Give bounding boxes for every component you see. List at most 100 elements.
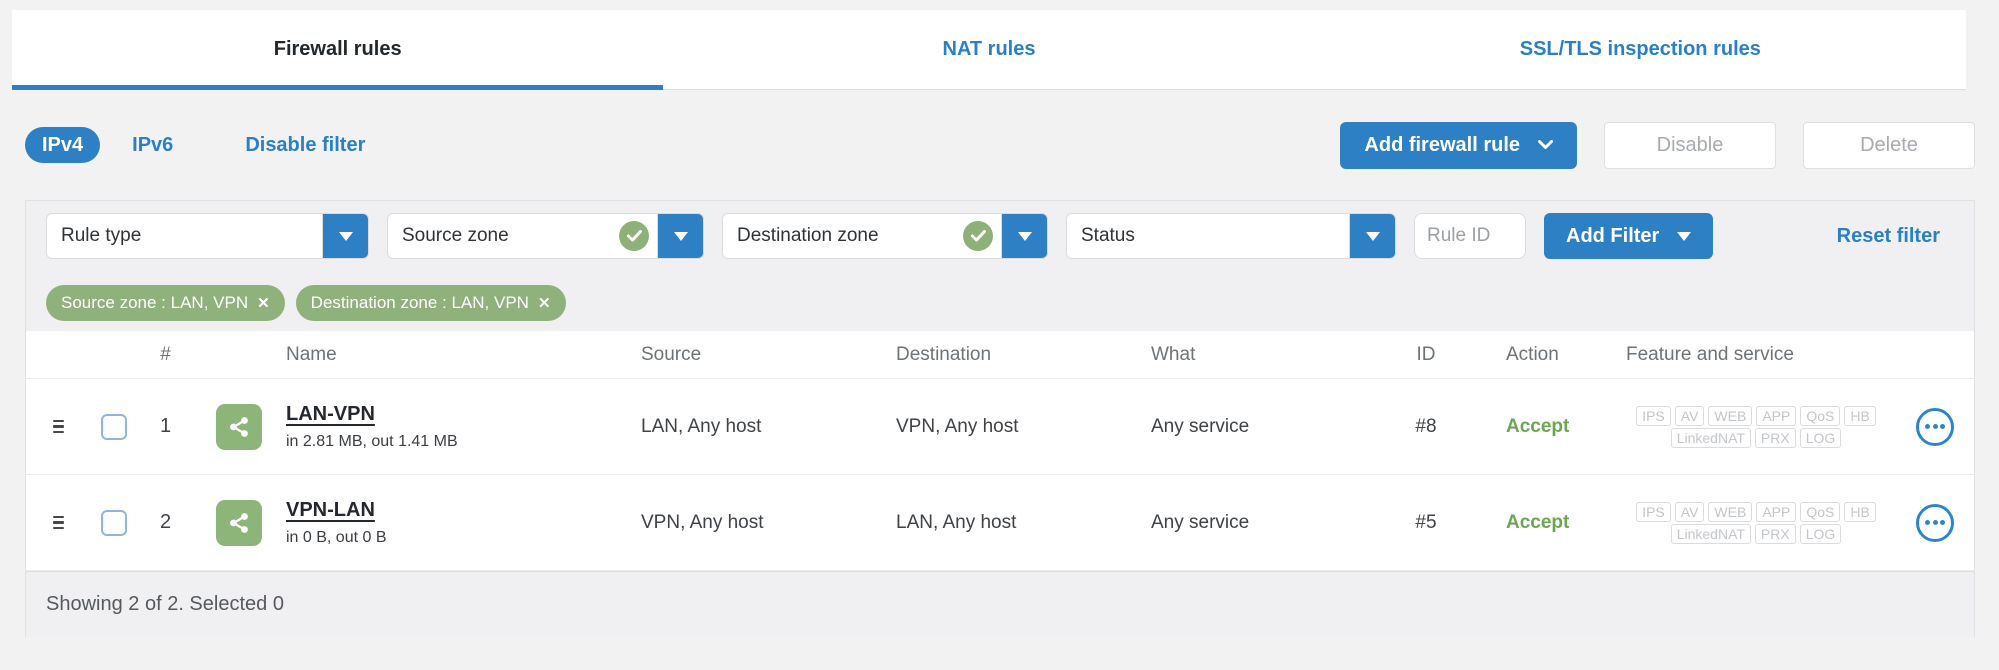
tab-bar: Firewall rules NAT rules SSL/TLS inspect… [12, 10, 1966, 90]
status-dropdown[interactable]: Status [1066, 213, 1396, 259]
chevron-down-icon[interactable] [1001, 214, 1047, 258]
filter-row: Rule type Source zone Destination zone S… [46, 213, 1954, 259]
feature-badge: LOG [1799, 523, 1842, 544]
rule-destination: VPN, Any host [896, 415, 1019, 437]
row-index: 2 [159, 511, 172, 533]
toolbar-actions: Add firewall rule Disable Delete [1340, 121, 1975, 169]
tab-ssl-tls-inspection-rules[interactable]: SSL/TLS inspection rules [1315, 10, 1966, 89]
feature-badge: LOG [1799, 427, 1842, 448]
disable-button[interactable]: Disable [1604, 121, 1776, 169]
feature-badge: APP [1756, 405, 1797, 426]
chevron-down-icon[interactable] [322, 214, 368, 258]
header-action: Action [1506, 343, 1559, 365]
header-index: # [160, 343, 171, 365]
filter-tag-source-zone: Source zone : LAN, VPN ✕ [46, 285, 285, 321]
share-network-icon [216, 499, 262, 546]
header-source: Source [641, 343, 702, 365]
feature-badge: WEB [1708, 405, 1753, 426]
tab-firewall-rules[interactable]: Firewall rules [12, 10, 664, 90]
chevron-down-icon[interactable] [1349, 214, 1395, 258]
feature-badge: LinkedNAT [1670, 427, 1751, 448]
feature-badge: WEB [1708, 501, 1753, 522]
disable-filter-link[interactable]: Disable filter [245, 134, 365, 157]
add-filter-button[interactable]: Add Filter [1544, 213, 1714, 259]
firewall-rules-panel: Rule type Source zone Destination zone S… [25, 200, 1975, 637]
feature-badge: PRX [1754, 523, 1796, 544]
table-header: # Name Source Destination What ID Action… [26, 331, 1974, 379]
tab-nat-rules[interactable]: NAT rules [663, 10, 1314, 89]
feature-badge: IPS [1636, 405, 1671, 426]
rule-id: #8 [1415, 415, 1437, 437]
add-filter-label: Add Filter [1566, 224, 1660, 247]
row-actions-menu-button[interactable] [1916, 407, 1954, 446]
add-firewall-rule-button[interactable]: Add firewall rule [1340, 121, 1577, 169]
feature-badge: AV [1674, 405, 1705, 426]
toolbar: IPv4 IPv6 Disable filter Add firewall ru… [25, 120, 1975, 170]
rule-action: Accept [1506, 415, 1570, 437]
header-what: What [1151, 343, 1196, 365]
remove-tag-icon[interactable]: ✕ [538, 296, 551, 311]
remove-tag-icon[interactable]: ✕ [257, 296, 270, 311]
rule-traffic: in 2.81 MB, out 1.41 MB [286, 432, 458, 450]
rule-name-cell: VPN-LAN in 0 B, out 0 B [271, 499, 621, 547]
dropdown-label: Source zone [402, 225, 509, 246]
share-network-icon [216, 403, 262, 450]
header-destination: Destination [896, 343, 992, 365]
rule-what: Any service [1151, 415, 1250, 437]
rule-source: LAN, Any host [641, 415, 762, 437]
tab-label: Firewall rules [273, 38, 402, 60]
feature-badges: IPS AV WEB APP QoS HB LinkedNAT PRX LOG [1616, 405, 1896, 448]
rule-name-link[interactable]: LAN-VPN [286, 403, 621, 426]
row-index: 1 [159, 415, 172, 437]
chevron-down-icon [1538, 140, 1553, 149]
feature-badge: QoS [1800, 405, 1841, 426]
rule-source: VPN, Any host [641, 511, 764, 533]
dropdown-label: Status [1081, 225, 1135, 246]
delete-button[interactable]: Delete [1803, 121, 1975, 169]
chevron-down-icon[interactable] [657, 214, 703, 258]
feature-badge: PRX [1754, 427, 1796, 448]
rule-destination: LAN, Any host [896, 511, 1017, 533]
table-row: 2 VPN-LAN in 0 B, out 0 B VPN, Any host … [26, 475, 1974, 571]
destination-zone-dropdown[interactable]: Destination zone [722, 213, 1048, 259]
ipv4-toggle-button[interactable]: IPv4 [25, 127, 101, 163]
check-circle-icon [619, 221, 649, 251]
feature-badge: IPS [1636, 501, 1671, 522]
filter-tag-destination-zone: Destination zone : LAN, VPN ✕ [295, 285, 566, 321]
drag-handle-icon[interactable] [52, 515, 64, 530]
feature-badge: APP [1756, 501, 1797, 522]
feature-badge: AV [1674, 501, 1705, 522]
header-id: ID [1416, 343, 1436, 365]
filter-tag-label: Source zone : LAN, VPN [61, 293, 249, 312]
row-checkbox[interactable] [101, 509, 127, 536]
ellipsis-icon [1925, 520, 1930, 525]
rule-type-dropdown[interactable]: Rule type [46, 213, 369, 259]
dropdown-label: Destination zone [737, 225, 879, 246]
active-filter-tags: Source zone : LAN, VPN ✕ Destination zon… [46, 285, 1954, 321]
feature-badge: QoS [1800, 501, 1841, 522]
tab-label: NAT rules [942, 38, 1036, 60]
rule-name-cell: LAN-VPN in 2.81 MB, out 1.41 MB [271, 403, 621, 451]
filter-tag-label: Destination zone : LAN, VPN [310, 293, 529, 312]
row-checkbox[interactable] [101, 413, 127, 440]
add-firewall-rule-label: Add firewall rule [1364, 133, 1520, 156]
source-zone-dropdown[interactable]: Source zone [387, 213, 704, 259]
row-actions-menu-button[interactable] [1916, 503, 1954, 542]
table-row: 1 LAN-VPN in 2.81 MB, out 1.41 MB LAN, A… [26, 379, 1974, 475]
drag-handle-icon[interactable] [52, 419, 64, 434]
chevron-down-icon [1677, 231, 1692, 241]
table-footer-text: Showing 2 of 2. Selected 0 [46, 593, 284, 615]
reset-filter-link[interactable]: Reset filter [1837, 225, 1954, 248]
feature-badge: LinkedNAT [1670, 523, 1751, 544]
rule-id-input[interactable] [1414, 213, 1526, 259]
header-name: Name [286, 343, 337, 365]
feature-badge: HB [1844, 405, 1876, 426]
tab-label: SSL/TLS inspection rules [1519, 38, 1761, 60]
rule-id: #5 [1415, 511, 1437, 533]
check-circle-icon [963, 221, 993, 251]
ipv6-toggle-button[interactable]: IPv6 [132, 134, 173, 157]
rule-name-link[interactable]: VPN-LAN [286, 499, 621, 522]
rule-action: Accept [1506, 511, 1570, 533]
feature-badge: HB [1844, 501, 1876, 522]
filter-section: Rule type Source zone Destination zone S… [26, 201, 1974, 331]
